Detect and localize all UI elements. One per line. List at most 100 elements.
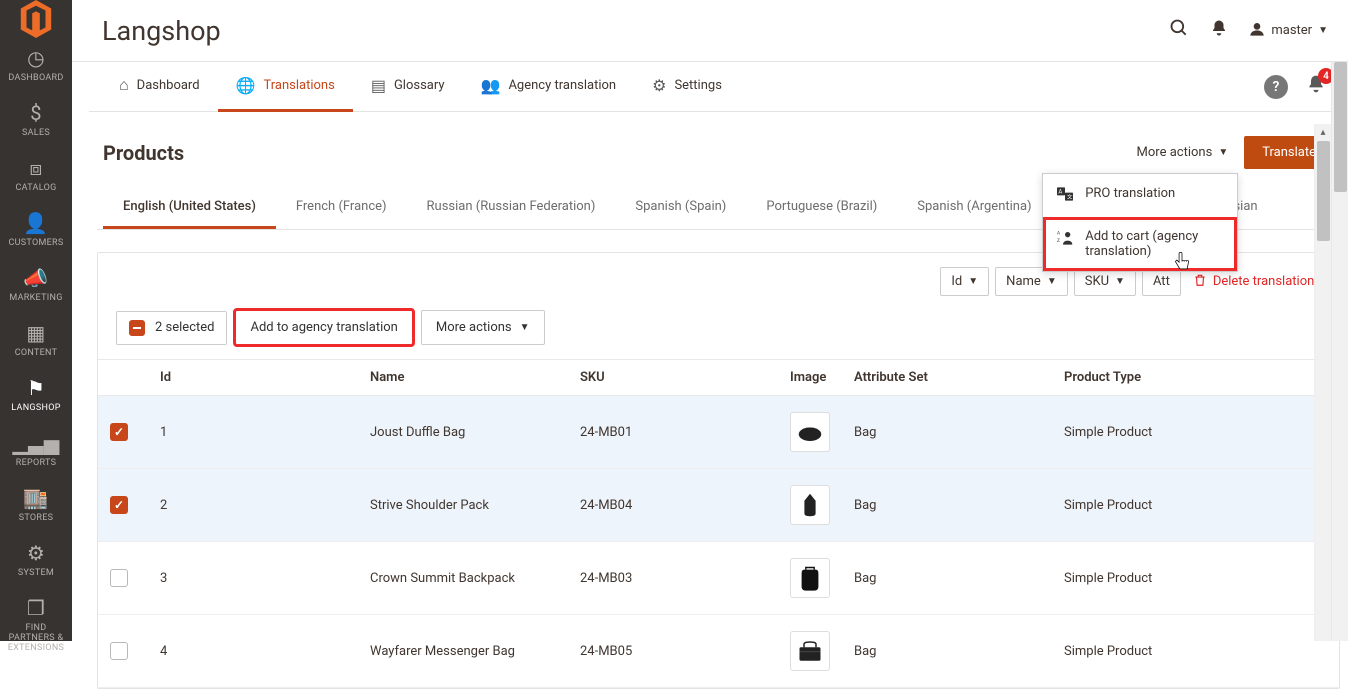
cell-attr: Bag [842, 542, 1052, 615]
more-actions-dropdown[interactable]: More actions ▼ A文 PRO translation AZ Add… [1127, 137, 1239, 168]
table-row[interactable]: 2Strive Shoulder Pack24-MB04BagSimple Pr… [98, 469, 1339, 542]
svg-text:A: A [1057, 231, 1060, 237]
nav-agency[interactable]: 👥Agency translation [463, 62, 635, 112]
book-icon: ▤ [371, 76, 386, 95]
search-icon[interactable] [1159, 18, 1199, 43]
lang-tab[interactable]: French (France) [276, 187, 407, 229]
box-icon: ⧈ [29, 158, 42, 178]
chevron-down-icon: ▼ [1318, 25, 1328, 36]
product-thumbnail [790, 558, 830, 598]
menu-pro-translation[interactable]: A文 PRO translation [1043, 174, 1237, 217]
cell-ptype: Simple Product [1052, 615, 1339, 688]
avatar-icon [1249, 21, 1265, 41]
sidebar-item-system[interactable]: ⚙SYSTEM [0, 533, 72, 588]
products-panel: Id▼ Name▼ SKU▼ Att Delete translations 2… [97, 252, 1340, 689]
col-image: Image [778, 360, 842, 396]
lang-tab[interactable]: Russian (Russian Federation) [407, 187, 616, 229]
megaphone-icon: 📣 [23, 268, 48, 288]
sidebar-item-label: LANGSHOP [11, 403, 60, 413]
sidebar-item-label: CUSTOMERS [8, 238, 63, 248]
agency-icon: 👥 [481, 76, 501, 95]
menu-add-to-cart-agency[interactable]: AZ Add to cart (agency translation) [1043, 217, 1237, 271]
cell-attr: Bag [842, 469, 1052, 542]
selection-count[interactable]: 2 selected [116, 311, 227, 345]
sidebar-item-stores[interactable]: 🏬 STORES [0, 478, 72, 533]
agency-icon: AZ [1057, 230, 1073, 250]
more-actions-row[interactable]: More actions▼ [421, 310, 545, 345]
sidebar-item-langshop[interactable]: ⚑ LANGSHOP [0, 368, 72, 423]
product-thumbnail [790, 631, 830, 671]
cell-name: Crown Summit Backpack [358, 542, 568, 615]
puzzle-icon: ❐ [27, 598, 45, 618]
sidebar-item-sales[interactable]: $SALES [0, 93, 72, 148]
sidebar-item-dashboard[interactable]: ◷DASHBOARD [0, 38, 72, 93]
home-icon: ⌂ [119, 75, 129, 95]
lang-tab[interactable]: Spanish (Argentina) [897, 187, 1051, 229]
layout-icon: ▦ [26, 323, 45, 343]
cell-id: 3 [148, 542, 358, 615]
sidebar-item-customers[interactable]: 👤 CUSTOMERS [0, 203, 72, 258]
more-actions-menu: A文 PRO translation AZ Add to cart (agenc… [1042, 173, 1238, 272]
admin-sidebar: ◷DASHBOARD$SALES ⧈ CATALOG 👤 CUSTOMERS 📣 MARKE… [0, 0, 72, 641]
app-title: Langshop [102, 15, 221, 47]
sidebar-item-label: DASHBOARD [8, 73, 63, 83]
person-icon: 👤 [23, 213, 48, 233]
sidebar-item-label: MARKETING [9, 293, 62, 303]
page-title: Products [103, 141, 184, 165]
user-menu[interactable]: master ▼ [1239, 21, 1328, 41]
store-icon: 🏬 [23, 488, 48, 508]
nav-translations[interactable]: 🌐Translations [218, 62, 353, 112]
flag-icon: ⚑ [27, 378, 45, 398]
trash-icon [1193, 273, 1207, 291]
chevron-down-icon: ▼ [520, 322, 530, 333]
cell-ptype: Simple Product [1052, 396, 1339, 469]
lang-tab[interactable]: Portuguese (Brazil) [746, 187, 897, 229]
nav-settings[interactable]: ⚙Settings [634, 62, 740, 112]
cell-ptype: Simple Product [1052, 469, 1339, 542]
cell-attr: Bag [842, 396, 1052, 469]
nav-dashboard[interactable]: ⌂Dashboard [101, 62, 218, 112]
cell-sku: 24-MB04 [568, 469, 778, 542]
sidebar-item-content[interactable]: ▦CONTENT [0, 313, 72, 368]
row-checkbox[interactable] [110, 642, 128, 660]
sidebar-item-marketing[interactable]: 📣 MARKETING [0, 258, 72, 313]
window-scrollbar[interactable] [1331, 62, 1348, 641]
product-thumbnail [790, 485, 830, 525]
globe-icon: 🌐 [236, 76, 256, 95]
sidebar-item-label: CATALOG [15, 183, 56, 193]
cell-sku: 24-MB01 [568, 396, 778, 469]
table-row[interactable]: 4Wayfarer Messenger Bag24-MB05 BagSimple … [98, 615, 1339, 688]
notifications-icon[interactable]: 4 [1306, 74, 1326, 99]
chevron-down-icon: ▼ [1218, 147, 1228, 158]
lang-tab[interactable]: Spanish (Spain) [615, 187, 746, 229]
delete-translations[interactable]: Delete translations [1193, 273, 1321, 291]
magento-logo[interactable] [0, 0, 72, 38]
sidebar-item-reports[interactable]: ▁▃▅ REPORTS [0, 423, 72, 478]
bars-icon: ▁▃▅ [12, 433, 59, 453]
sidebar-item-catalog[interactable]: ⧈ CATALOG [0, 148, 72, 203]
module-nav: ⌂Dashboard 🌐Translations ▤Glossary 👥Agen… [89, 62, 1348, 112]
filter-id[interactable]: Id▼ [940, 267, 989, 296]
cell-name: Wayfarer Messenger Bag [358, 615, 568, 688]
row-checkbox[interactable] [110, 569, 128, 587]
row-checkbox[interactable] [110, 496, 128, 514]
bell-icon[interactable] [1199, 19, 1239, 42]
table-row[interactable]: 1Joust Duffle Bag24-MB01BagSimple Produc… [98, 396, 1339, 469]
scroll-up-icon[interactable]: ▴ [1315, 124, 1331, 141]
cell-sku: 24-MB05 [568, 615, 778, 688]
help-icon[interactable]: ? [1264, 75, 1288, 99]
table-row[interactable]: 3Crown Summit Backpack24-MB03BagSimple P… [98, 542, 1339, 615]
row-checkbox[interactable] [110, 423, 128, 441]
cell-id: 4 [148, 615, 358, 688]
svg-text:A: A [1059, 188, 1063, 195]
sidebar-item-label: REPORTS [16, 458, 56, 468]
cell-attr: Bag [842, 615, 1052, 688]
lang-tab[interactable]: English (United States) [103, 187, 276, 229]
panel-scrollbar[interactable]: ▴ [1314, 124, 1331, 641]
svg-text:Z: Z [1057, 238, 1060, 244]
cell-name: Strive Shoulder Pack [358, 469, 568, 542]
sidebar-item-label: STORES [19, 513, 54, 523]
add-to-agency-button[interactable]: Add to agency translation [235, 310, 412, 345]
product-thumbnail [790, 412, 830, 452]
nav-glossary[interactable]: ▤Glossary [353, 62, 463, 112]
